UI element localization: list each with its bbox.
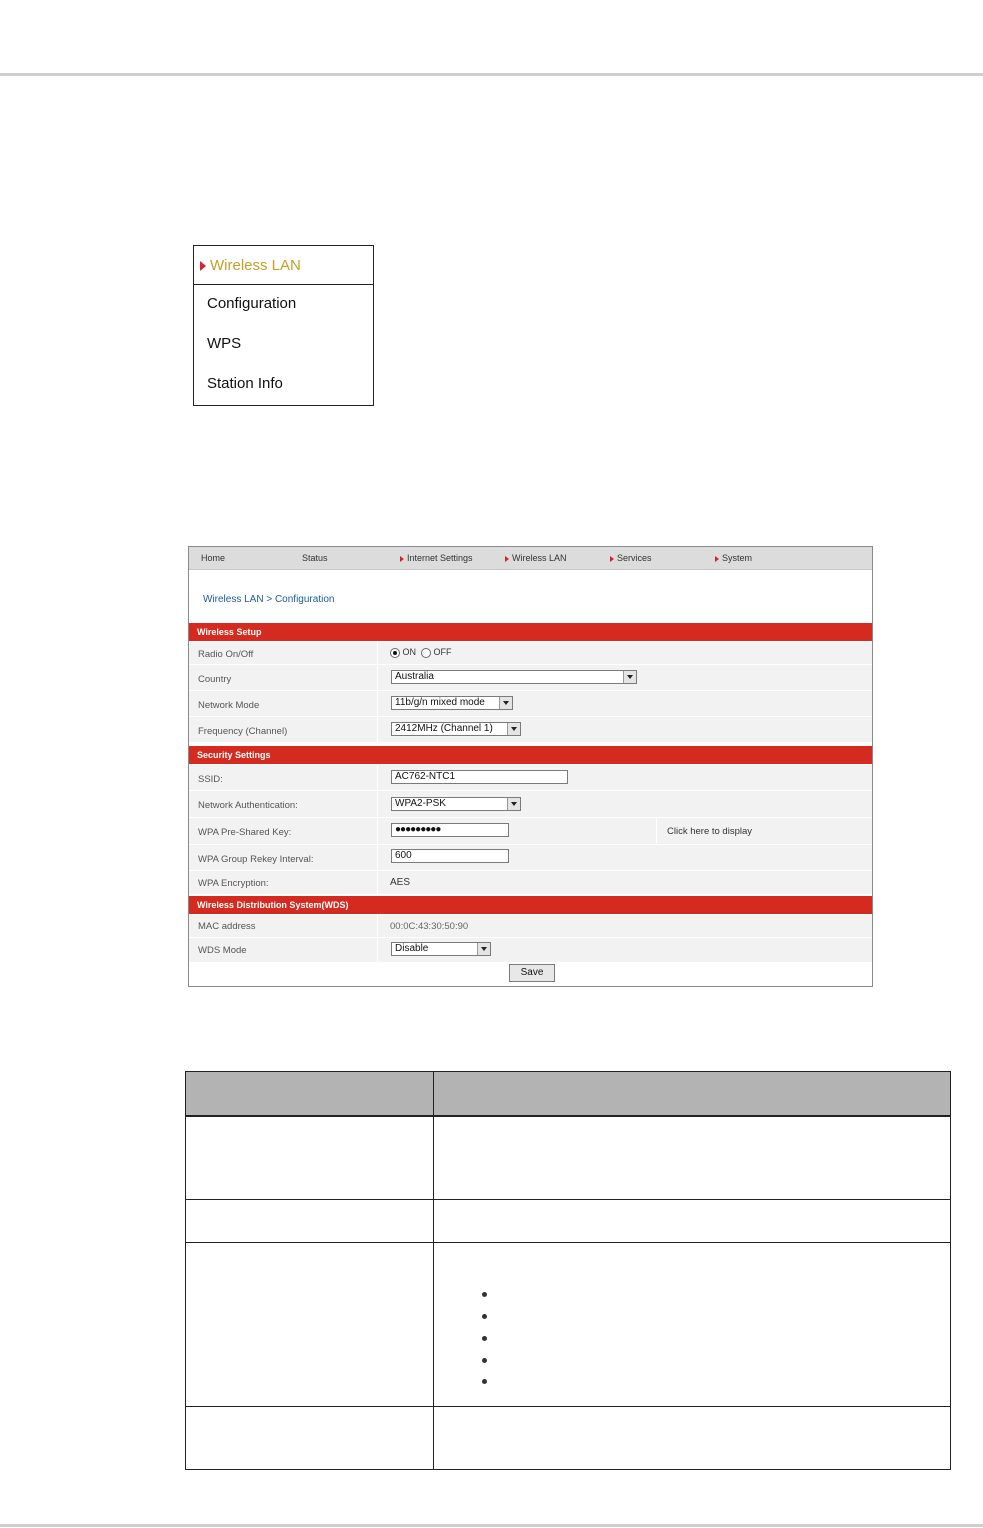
country-select[interactable]: Australia [391, 670, 637, 684]
arrow-right-icon [505, 555, 509, 562]
row-network-mode: Network Mode 11b/g/n mixed mode [189, 691, 872, 717]
row-divider [186, 1242, 950, 1243]
row-mac: MAC address 00:0C:43:30:50:90 [189, 915, 872, 938]
radio-label: Radio On/Off [198, 649, 254, 660]
top-nav: Home Status Internet Settings Wireless L… [189, 547, 872, 570]
encryption-label: WPA Encryption: [198, 878, 269, 889]
network-mode-label: Network Mode [198, 700, 260, 711]
ssid-input[interactable]: AC762-NTC1 [391, 770, 568, 784]
radio-off-label: OFF [433, 647, 452, 657]
nav-wireless-lan[interactable]: Wireless LAN [505, 553, 567, 563]
ssid-label: SSID: [198, 774, 223, 785]
mac-value: 00:0C:43:30:50:90 [390, 921, 469, 932]
row-ssid: SSID: AC762-NTC1 [189, 765, 872, 791]
arrow-right-icon [400, 555, 404, 562]
radio-on-label: ON [402, 647, 417, 657]
radio-on[interactable] [390, 647, 400, 658]
row-frequency: Frequency (Channel) 2412MHz (Channel 1) [189, 717, 872, 743]
rekey-input[interactable]: 600 [391, 849, 509, 863]
menu-header[interactable]: Wireless LAN [194, 246, 373, 285]
wireless-lan-menu: Wireless LAN Configuration WPS Station I… [193, 245, 374, 406]
section-wireless-setup: Wireless Setup [189, 623, 872, 641]
wds-mode-label: WDS Mode [198, 945, 247, 956]
table-header [186, 1072, 950, 1117]
psk-label: WPA Pre-Shared Key: [198, 827, 292, 838]
row-divider [186, 1406, 950, 1407]
frequency-select[interactable]: 2412MHz (Channel 1) [391, 722, 521, 736]
bullet-icon [482, 1314, 487, 1319]
arrow-right-icon [610, 555, 614, 562]
encryption-value: AES [390, 877, 411, 888]
top-rule [0, 73, 983, 76]
row-auth: Network Authentication: WPA2-PSK [189, 791, 872, 818]
wireless-configuration-screenshot: Home Status Internet Settings Wireless L… [188, 546, 873, 987]
psk-input[interactable]: ●●●●●●●●● [391, 823, 509, 837]
nav-system[interactable]: System [715, 553, 752, 563]
menu-item-configuration[interactable]: Configuration [207, 295, 296, 312]
row-divider [186, 1199, 950, 1200]
rekey-label: WPA Group Rekey Interval: [198, 854, 314, 865]
chevron-down-icon [623, 671, 636, 683]
save-button[interactable]: Save [509, 964, 555, 982]
settings-description-table [185, 1071, 951, 1470]
nav-internet-settings[interactable]: Internet Settings [400, 553, 473, 563]
row-rekey: WPA Group Rekey Interval: 600 [189, 845, 872, 871]
breadcrumb: Wireless LAN > Configuration [203, 594, 335, 605]
country-label: Country [198, 674, 232, 685]
frequency-label: Frequency (Channel) [198, 726, 288, 737]
auth-select[interactable]: WPA2-PSK [391, 797, 521, 811]
bullet-icon [482, 1292, 487, 1297]
bullet-icon [482, 1336, 487, 1341]
menu-title: Wireless LAN [210, 257, 301, 274]
chevron-down-icon [507, 798, 520, 810]
row-radio: Radio On/Off ON OFF [189, 642, 872, 665]
arrow-right-icon [715, 555, 719, 562]
row-encryption: WPA Encryption: AES [189, 871, 872, 895]
nav-status[interactable]: Status [302, 553, 328, 563]
bullet-icon [482, 1358, 487, 1363]
bullet-icon [482, 1379, 487, 1384]
row-country: Country Australia [189, 665, 872, 691]
nav-services[interactable]: Services [610, 553, 652, 563]
radio-group: ON OFF [390, 647, 452, 658]
arrow-right-icon [200, 261, 206, 271]
network-mode-select[interactable]: 11b/g/n mixed mode [391, 696, 513, 710]
bottom-rule [0, 1524, 983, 1527]
column-divider [433, 1072, 434, 1469]
auth-label: Network Authentication: [198, 800, 298, 811]
chevron-down-icon [499, 697, 512, 709]
nav-home[interactable]: Home [201, 553, 225, 563]
menu-item-wps[interactable]: WPS [207, 335, 241, 352]
chevron-down-icon [477, 943, 490, 955]
wds-mode-select[interactable]: Disable [391, 942, 491, 956]
row-wds-mode: WDS Mode Disable [189, 938, 872, 963]
display-key-link[interactable]: Click here to display [667, 826, 752, 837]
menu-item-station-info[interactable]: Station Info [207, 375, 283, 392]
row-psk: WPA Pre-Shared Key: ●●●●●●●●● Click here… [189, 818, 872, 845]
section-wds: Wireless Distribution System(WDS) [189, 896, 872, 914]
radio-off[interactable] [421, 647, 432, 658]
section-security-settings: Security Settings [189, 746, 872, 764]
mac-label: MAC address [198, 921, 256, 932]
chevron-down-icon [507, 723, 520, 735]
